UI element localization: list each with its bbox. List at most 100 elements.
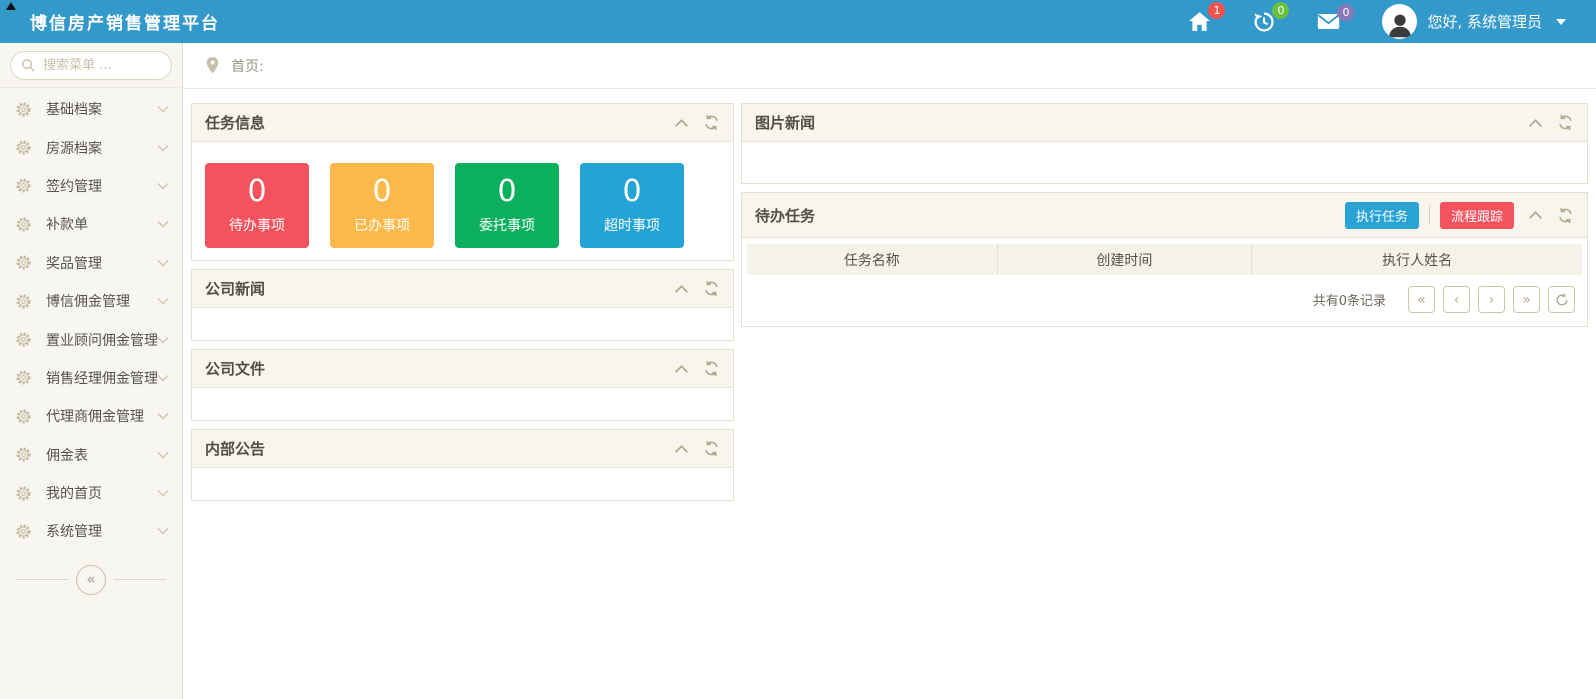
sidebar-item-prize-management[interactable]: 奖品管理: [0, 244, 182, 282]
stat-label: 超时事项: [604, 215, 660, 235]
chevron-up-icon: [674, 364, 689, 374]
history-button[interactable]: 0: [1253, 11, 1275, 33]
sidebar-item-label: 博信佣金管理: [46, 291, 157, 311]
search-input[interactable]: [43, 58, 161, 73]
stat-label: 待办事项: [229, 215, 285, 235]
refresh-icon: [703, 280, 720, 297]
panel-picture-news-header: 图片新闻: [742, 104, 1587, 142]
gear-icon: [15, 446, 32, 463]
left-column: 任务信息 0 待办事项 0 已办事项: [191, 103, 734, 509]
sidebar-item-supplementary-payment[interactable]: 补款单: [0, 205, 182, 243]
stat-value: 0: [247, 176, 266, 208]
chevron-down-icon: [157, 105, 169, 113]
divider: [16, 579, 68, 580]
refresh-button[interactable]: [703, 440, 720, 457]
collapse-button[interactable]: [674, 284, 689, 294]
sidebar-item-contract-management[interactable]: 签约管理: [0, 167, 182, 205]
sidebar-item-label: 置业顾问佣金管理: [46, 330, 157, 350]
history-badge: 0: [1272, 2, 1289, 19]
refresh-icon: [703, 360, 720, 377]
collapse-button[interactable]: [674, 364, 689, 374]
sidebar-item-boxin-commission[interactable]: 博信佣金管理: [0, 282, 182, 320]
panel-task-info: 任务信息 0 待办事项 0 已办事项: [191, 103, 734, 261]
sidebar-collapse-row: «: [0, 565, 182, 595]
collapse-button[interactable]: [1528, 210, 1543, 220]
chevron-down-icon: [157, 220, 169, 228]
stat-card-delegated[interactable]: 0 委托事项: [455, 163, 559, 248]
sidebar-collapse-button[interactable]: «: [76, 565, 106, 595]
refresh-button[interactable]: [1557, 114, 1574, 131]
mail-button[interactable]: 0: [1317, 13, 1340, 30]
avatar: [1382, 4, 1417, 39]
panel-title: 图片新闻: [755, 112, 815, 133]
collapse-button[interactable]: [674, 444, 689, 454]
sidebar-search-area: [0, 43, 182, 88]
user-menu[interactable]: 您好, 系统管理员: [1382, 4, 1566, 39]
sidebar-item-agent-commission[interactable]: 代理商佣金管理: [0, 397, 182, 435]
user-greeting: 您好, 系统管理员: [1427, 11, 1542, 32]
panel-title: 任务信息: [205, 112, 265, 133]
panel-todo-tasks: 待办任务 执行任务 流程跟踪 任务名称 创建时间 执行人: [741, 192, 1588, 327]
stat-card-overtime[interactable]: 0 超时事项: [580, 163, 684, 248]
sidebar-item-label: 签约管理: [46, 176, 157, 196]
sidebar-item-consultant-commission[interactable]: 置业顾问佣金管理: [0, 320, 182, 358]
chevron-up-icon: [674, 118, 689, 128]
sidebar-item-my-homepage[interactable]: 我的首页: [0, 474, 182, 512]
sidebar-item-housing-archives[interactable]: 房源档案: [0, 128, 182, 166]
sidebar-item-sales-manager-commission[interactable]: 销售经理佣金管理: [0, 359, 182, 397]
chevron-down-icon: [157, 451, 169, 459]
pagination-prev-button[interactable]: ‹: [1443, 286, 1470, 313]
chevron-up-icon: [1528, 118, 1543, 128]
sidebar-item-label: 基础档案: [46, 99, 157, 119]
column-header-created-time: 创建时间: [998, 244, 1253, 275]
pagination-refresh-button[interactable]: [1548, 286, 1575, 313]
stat-card-done[interactable]: 0 已办事项: [330, 163, 434, 248]
chevron-down-icon: [157, 527, 169, 535]
stat-value: 0: [372, 176, 391, 208]
panel-title: 内部公告: [205, 438, 265, 459]
execute-task-button[interactable]: 执行任务: [1345, 202, 1419, 229]
panel-todo-tasks-header: 待办任务 执行任务 流程跟踪: [742, 193, 1587, 238]
chevron-down-icon: [157, 489, 169, 497]
sidebar-item-label: 我的首页: [46, 483, 157, 503]
divider: [1429, 206, 1430, 224]
collapse-button[interactable]: [674, 118, 689, 128]
refresh-button[interactable]: [1557, 207, 1574, 224]
chevron-down-icon: [157, 412, 169, 420]
sidebar-item-system-management[interactable]: 系统管理: [0, 512, 182, 550]
todo-header-buttons: 执行任务 流程跟踪: [1345, 202, 1514, 229]
search-box: [10, 51, 172, 80]
panel-picture-news: 图片新闻: [741, 103, 1588, 184]
sidebar-item-label: 佣金表: [46, 445, 157, 465]
refresh-icon: [703, 114, 720, 131]
gear-icon: [15, 139, 32, 156]
panel-title: 公司新闻: [205, 278, 265, 299]
location-pin-icon: [205, 56, 220, 75]
gear-icon: [15, 331, 32, 348]
pagination-last-button[interactable]: »: [1513, 286, 1540, 313]
sidebar-item-basic-archives[interactable]: 基础档案: [0, 90, 182, 128]
record-count: 共有0条记录: [1313, 290, 1386, 309]
home-button[interactable]: 1: [1188, 11, 1211, 32]
panel-empty-body: [192, 308, 733, 340]
collapse-button[interactable]: [1528, 118, 1543, 128]
refresh-button[interactable]: [703, 280, 720, 297]
sidebar-item-commission-table[interactable]: 佣金表: [0, 436, 182, 474]
pagination: 共有0条记录 « ‹ › »: [742, 275, 1587, 326]
refresh-button[interactable]: [703, 360, 720, 377]
chevron-down-icon: [157, 336, 169, 344]
column-header-executor-name: 执行人姓名: [1252, 244, 1582, 275]
chevron-up-icon: [1528, 210, 1543, 220]
topbar-right: 1 0 0 您好, 系统管理员: [1188, 4, 1596, 39]
pagination-first-button[interactable]: «: [1408, 286, 1435, 313]
process-track-button[interactable]: 流程跟踪: [1440, 202, 1514, 229]
todo-task-table: 任务名称 创建时间 执行人姓名: [747, 244, 1582, 275]
refresh-button[interactable]: [703, 114, 720, 131]
pagination-next-button[interactable]: ›: [1478, 286, 1505, 313]
dashboard-content: 任务信息 0 待办事项 0 已办事项: [184, 90, 1596, 699]
stat-card-pending[interactable]: 0 待办事项: [205, 163, 309, 248]
gear-icon: [15, 101, 32, 118]
search-icon: [21, 58, 36, 73]
gear-icon: [15, 369, 32, 386]
gear-icon: [15, 177, 32, 194]
